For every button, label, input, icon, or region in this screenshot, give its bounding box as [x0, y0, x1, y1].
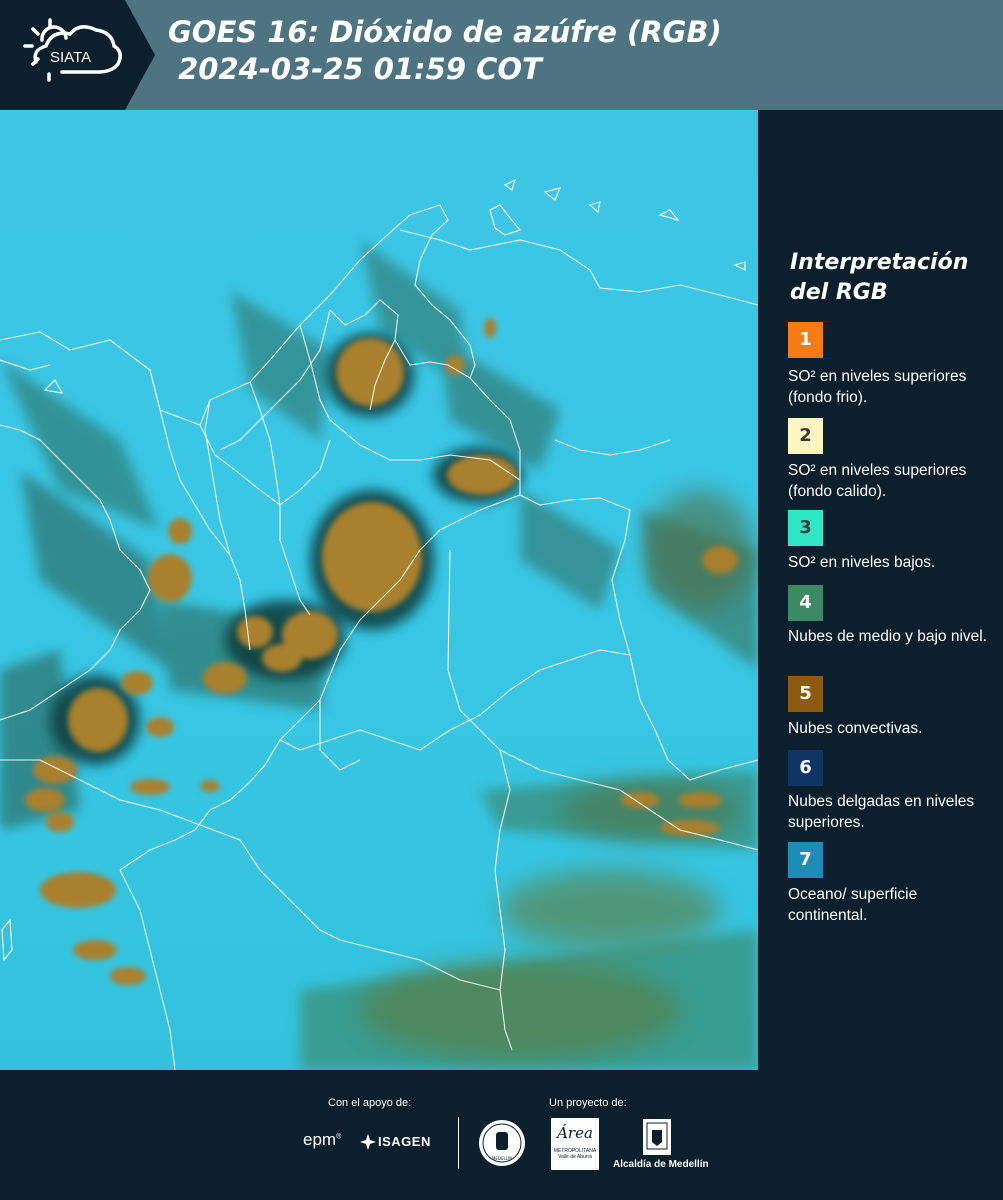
epm-logo-text: epm [303, 1130, 337, 1149]
siata-logo: SIATA [0, 0, 155, 110]
support-label: Con el apoyo de: [328, 1097, 412, 1109]
title-line-2: 2024-03-25 01:59 COT [168, 52, 542, 86]
isagen-logo: ISAGEN [378, 1134, 431, 1149]
legend-swatch-6: 6 [788, 750, 823, 786]
legend-desc-3: SO² en niveles bajos. [788, 554, 936, 571]
legend-desc-6: Nubes delgadas en niveles superiores. [788, 793, 975, 831]
footer-divider [458, 1117, 459, 1169]
title-line-1: GOES 16: Dióxido de azúfre (RGB) [168, 15, 722, 49]
legend-swatch-5: 5 [788, 676, 823, 712]
legend-title: Interpretación del RGB [790, 250, 969, 305]
legend-panel: Interpretación del RGB 1 SO² en niveles … [760, 110, 1003, 1070]
legend-swatch-7: 7 [788, 842, 823, 878]
legend-swatch-3: 3 [788, 510, 823, 546]
legend-swatch-4: 4 [788, 585, 823, 621]
alcaldia-logo: Alcaldía de Medellín [613, 1159, 709, 1170]
legend-desc-7: Oceano/ superficie continental. [788, 886, 918, 924]
amva-logo-line2: Valle de Aburrá [558, 1154, 592, 1160]
footer: Con el apoyo de: Un proyecto de: epm® IS… [0, 1070, 1003, 1200]
amva-logo: Área METROPOLITANA Valle de Aburrá [551, 1118, 599, 1170]
amva-logo-name: Área [557, 1124, 593, 1142]
legend-desc-5: Nubes convectivas. [788, 720, 923, 737]
seal-text: MEDELLÍN [492, 1156, 512, 1161]
satellite-map[interactable] [0, 110, 758, 1070]
siata-logo-text: SIATA [50, 49, 91, 66]
alcaldia-shield-icon [643, 1119, 671, 1155]
header-bar: SIATA GOES 16: Dióxido de azúfre (RGB) 2… [0, 0, 1003, 110]
medellin-seal-icon: MEDELLÍN [479, 1120, 525, 1166]
isagen-icon [360, 1134, 376, 1150]
legend-swatch-2: 2 [788, 418, 823, 454]
legend-desc-2: SO² en niveles superiores (fondo calido)… [788, 462, 967, 500]
project-label: Un proyecto de: [549, 1097, 627, 1109]
page-title: GOES 16: Dióxido de azúfre (RGB) 2024-03… [168, 14, 722, 88]
legend-desc-4: Nubes de medio y bajo nivel. [788, 628, 988, 645]
epm-logo: epm® [303, 1130, 342, 1149]
legend-desc-1: SO² en niveles superiores (fondo frio). [788, 368, 967, 406]
legend-swatch-1: 1 [788, 322, 823, 358]
